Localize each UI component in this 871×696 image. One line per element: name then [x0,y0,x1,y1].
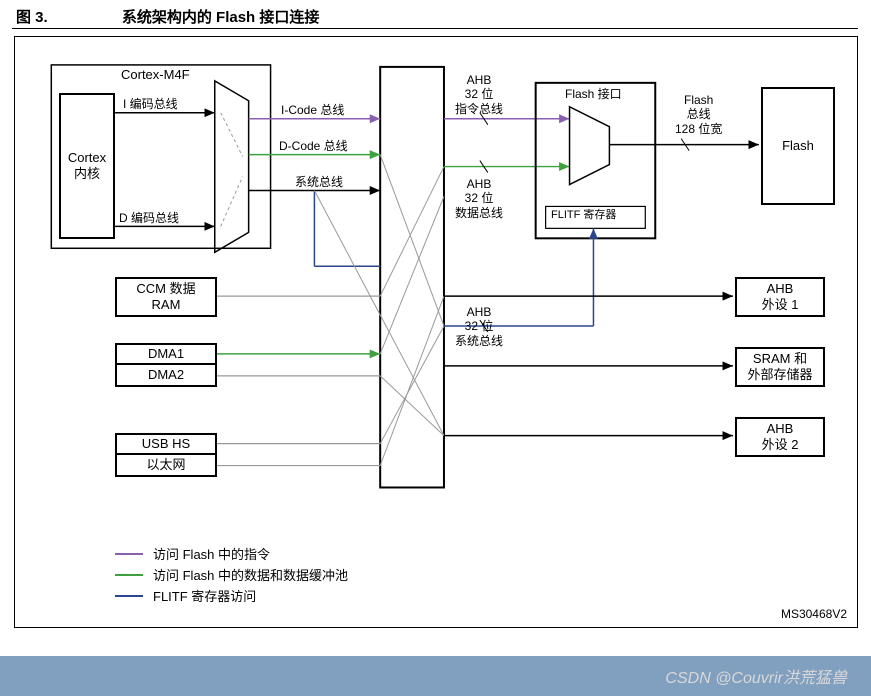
legend-blue-text: FLITF 寄存器访问 [153,586,256,605]
ahb-periph2-box: AHB 外设 2 [735,417,825,457]
legend-purple-text: 访问 Flash 中的指令 [153,544,270,563]
usb-hs-box: USB HS [115,433,217,455]
ethernet-box: 以太网 [115,455,217,477]
dma2-box: DMA2 [115,365,217,387]
flash-if-label: Flash 接口 [565,87,622,101]
watermark-text: CSDN @Couvrir洪荒猛兽 [665,664,847,688]
ahb-periph2-l2: 外设 2 [762,437,799,453]
dma1-box: DMA1 [115,343,217,365]
legend: 访问 Flash 中的指令 访问 Flash 中的数据和数据缓冲池 FLITF … [115,542,348,607]
icode-bus-label: I-Code 总线 [281,103,344,117]
ccm-ram-box: CCM 数据 RAM [115,277,217,317]
legend-swatch-purple [115,553,143,555]
usb-hs-label: USB HS [142,436,190,452]
ahb-periph1-box: AHB 外设 1 [735,277,825,317]
i-encode-bus-label: I 编码总线 [123,97,178,111]
sram-ext-l1: SRAM 和 [753,351,807,367]
dcode-bus-label: D-Code 总线 [279,139,348,153]
flash-bus-label: Flash 总线 128 位宽 [675,93,722,136]
ahb-data-label: AHB 32 位 数据总线 [455,177,503,220]
cortex-m4f-label: Cortex-M4F [121,67,190,83]
cortex-core-l1: Cortex [68,150,106,166]
cortex-core-l2: 内核 [74,166,100,182]
legend-green-text: 访问 Flash 中的数据和数据缓冲池 [153,565,348,584]
diagram-frame: Cortex-M4F Cortex 内核 I 编码总线 D 编码总线 I-Cod… [14,36,858,628]
flash-label: Flash [782,138,814,154]
d-encode-bus-label: D 编码总线 [119,211,179,225]
figure-title: 图 3. 系统架构内的 Flash 接口连接 [16,6,319,27]
ahb-periph2-l1: AHB [767,421,794,437]
figure-number: 图 3. [16,9,48,26]
ahb-sys-label: AHB 32 位 系统总线 [455,305,503,348]
sysbus-label: 系统总线 [295,175,343,189]
cortex-core-box: Cortex 内核 [59,93,115,239]
legend-swatch-blue [115,595,143,597]
legend-row-purple: 访问 Flash 中的指令 [115,544,348,563]
flash-box: Flash [761,87,835,205]
ccm-l2: RAM [152,297,181,313]
sram-ext-box: SRAM 和 外部存储器 [735,347,825,387]
ahb-periph1-l1: AHB [767,281,794,297]
diagram-lines [15,37,857,627]
dma1-label: DMA1 [148,346,184,362]
legend-swatch-green [115,574,143,576]
ahb-instr-label: AHB 32 位 指令总线 [455,73,503,116]
ahb-periph1-l2: 外设 1 [762,297,799,313]
legend-row-blue: FLITF 寄存器访问 [115,586,348,605]
doc-id: MS30468V2 [781,607,847,621]
sram-ext-l2: 外部存储器 [747,367,812,383]
figure-title-text: 系统架构内的 Flash 接口连接 [122,9,320,26]
legend-row-green: 访问 Flash 中的数据和数据缓冲池 [115,565,348,584]
ethernet-label: 以太网 [146,457,185,473]
flitf-reg-label: FLITF 寄存器 [551,209,616,222]
title-underline [12,28,858,29]
ccm-l1: CCM 数据 [136,281,195,297]
dma2-label: DMA2 [148,367,184,383]
